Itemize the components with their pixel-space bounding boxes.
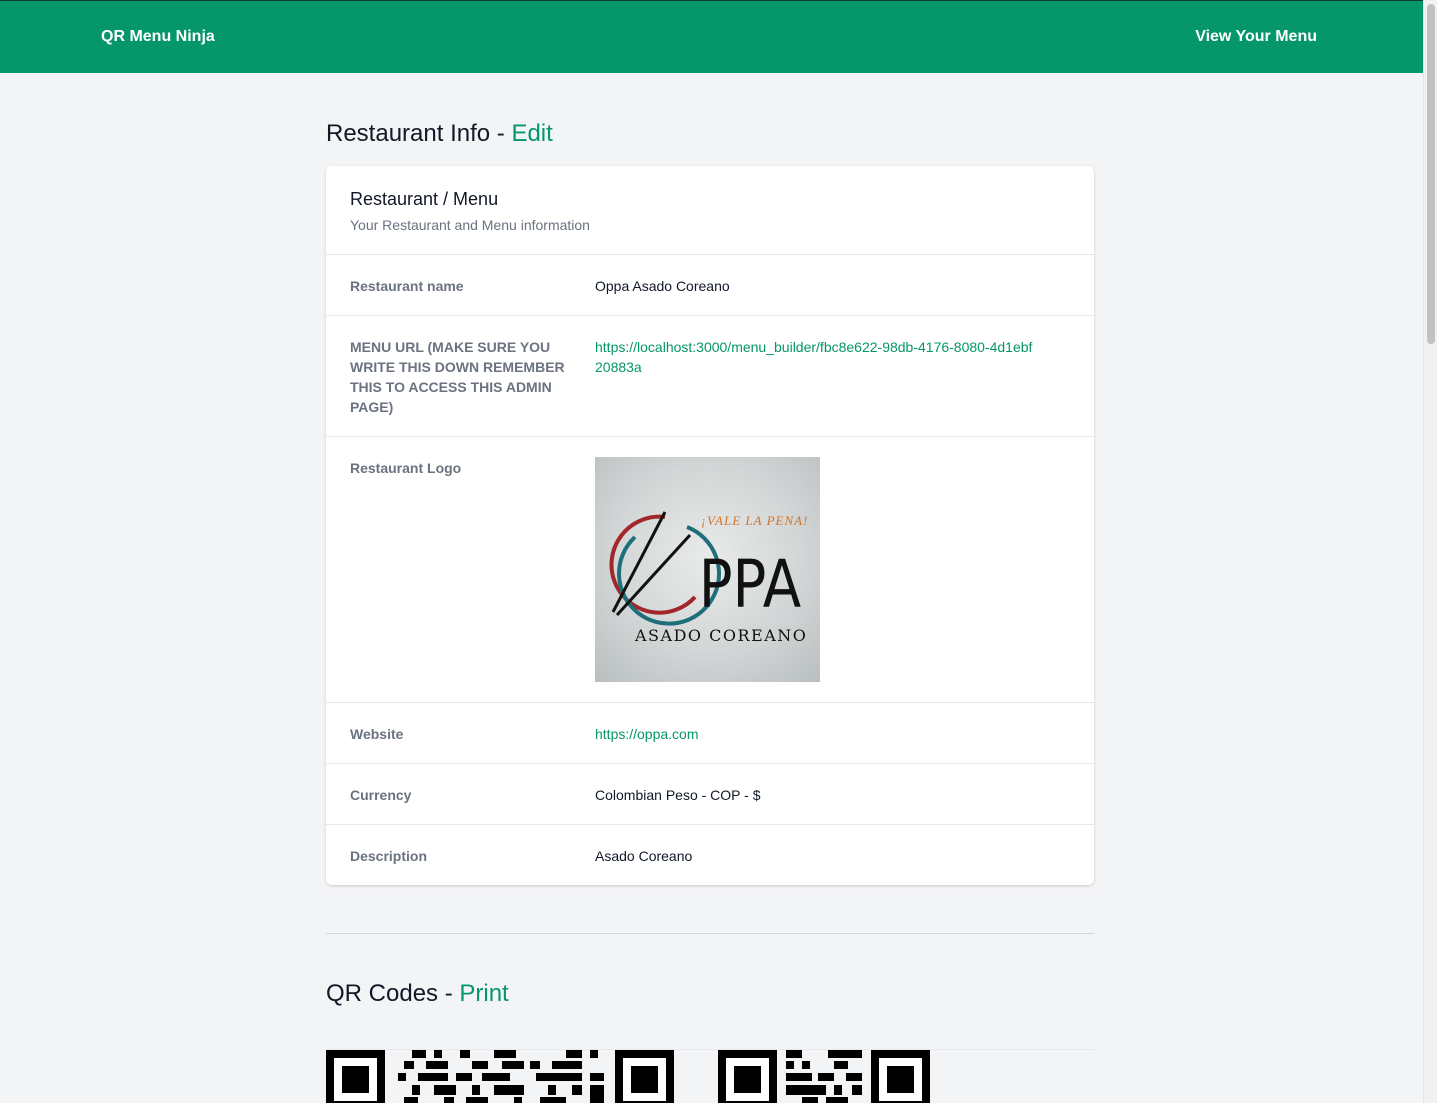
website-link[interactable]: https://oppa.com	[595, 724, 1055, 744]
menu-url-link[interactable]: https://localhost:3000/menu_builder/fbc8…	[595, 337, 1035, 377]
qr-codes-heading: QR Codes - Print	[326, 980, 509, 1008]
restaurant-info-title: Restaurant Info -	[326, 120, 512, 147]
card-title: Restaurant / Menu	[350, 189, 499, 209]
scrollbar-thumb[interactable]	[1427, 4, 1435, 344]
page-scrollbar[interactable]	[1423, 0, 1437, 1103]
row-restaurant-name: Restaurant name Oppa Asado Coreano	[326, 255, 1094, 316]
card-subtitle: Your Restaurant and Menu information	[350, 217, 590, 233]
card-header: Restaurant / Menu Your Restaurant and Me…	[326, 166, 1094, 255]
row-website: Website https://oppa.com	[326, 703, 1094, 764]
description-value: Asado Coreano	[595, 848, 693, 864]
restaurant-info-heading: Restaurant Info - Edit	[326, 120, 553, 148]
currency-value: Colombian Peso - COP - $	[595, 787, 761, 803]
restaurant-logo-label: Restaurant Logo	[350, 460, 462, 476]
currency-label: Currency	[350, 787, 412, 803]
row-currency: Currency Colombian Peso - COP - $	[326, 764, 1094, 825]
qr-codes-title: QR Codes -	[326, 980, 460, 1007]
qr-code-1	[326, 1050, 674, 1103]
logo-wordmark: PPA	[699, 547, 802, 624]
restaurant-name-value: Oppa Asado Coreano	[595, 278, 730, 294]
restaurant-logo-image: ¡VALE LA PENA! PPA ASADO COREANO	[595, 457, 820, 682]
print-link[interactable]: Print	[459, 980, 508, 1007]
description-label: Description	[350, 848, 428, 864]
oppa-logo-graphic: ¡VALE LA PENA! PPA ASADO COREANO	[609, 511, 808, 645]
logo-tagline: ¡VALE LA PENA!	[701, 513, 808, 528]
restaurant-name-label: Restaurant name	[350, 278, 464, 294]
edit-link[interactable]: Edit	[511, 120, 552, 147]
menu-url-label: Menu URL (MAKE SURE YOU WRITE THIS DOWN …	[350, 339, 565, 415]
row-menu-url: Menu URL (MAKE SURE YOU WRITE THIS DOWN …	[326, 316, 1094, 437]
top-navbar: QR Menu Ninja View Your Menu	[0, 0, 1423, 73]
restaurant-info-card: Restaurant / Menu Your Restaurant and Me…	[326, 166, 1094, 885]
row-restaurant-logo: Restaurant Logo ¡VALE LA PENA! PPA ASADO…	[326, 437, 1094, 703]
website-label: Website	[350, 726, 404, 742]
qr-code-2	[718, 1050, 930, 1103]
section-divider	[326, 933, 1094, 934]
row-description: Description Asado Coreano	[326, 825, 1094, 885]
brand-name[interactable]: QR Menu Ninja	[101, 28, 215, 46]
logo-subtitle: ASADO COREANO	[634, 626, 807, 645]
view-your-menu-link[interactable]: View Your Menu	[1195, 28, 1317, 46]
